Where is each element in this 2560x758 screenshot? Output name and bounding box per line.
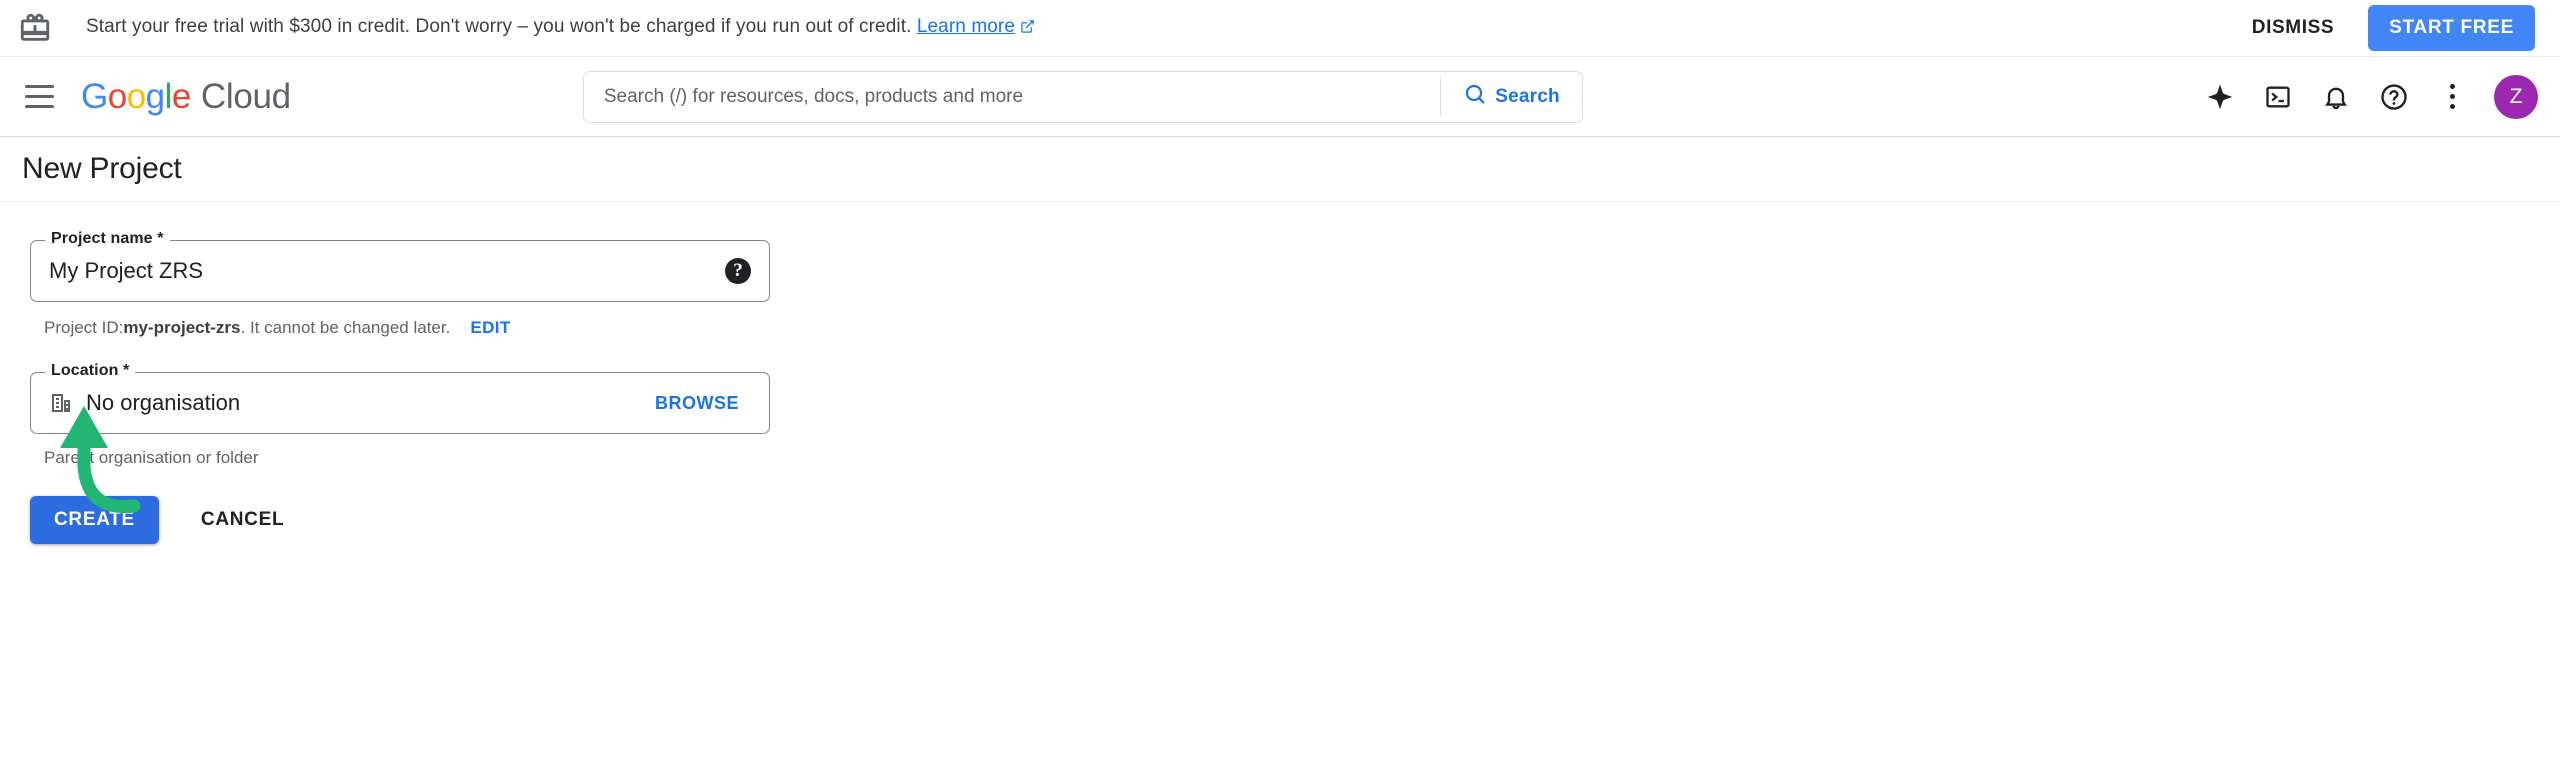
project-name-field[interactable]: Project name * ? [30,230,770,302]
location-value: No organisation [86,390,241,415]
avatar[interactable]: Z [2494,74,2538,119]
notifications-bell-icon[interactable] [2308,69,2364,125]
browse-button[interactable]: BROWSE [643,385,751,422]
create-button[interactable]: CREATE [30,496,159,544]
external-link-icon [1020,18,1035,40]
google-wordmark: Google [81,76,191,116]
global-search-bar: Search [582,70,1583,123]
help-question-icon[interactable] [2366,69,2422,125]
hamburger-menu-icon[interactable] [10,68,68,126]
edit-project-id-button[interactable]: EDIT [470,318,510,338]
project-id-suffix: . It cannot be changed later. [240,318,451,337]
learn-more-link[interactable]: Learn more [917,16,1015,37]
page-title: New Project [22,152,182,185]
nav-icon-group: Z [2192,69,2538,125]
location-helper-text: Parent organisation or folder [44,448,259,467]
location-field[interactable]: Location * No organisation BROWSE [30,362,770,434]
dismiss-button[interactable]: DISMISS [2234,7,2352,49]
location-label: Location * [45,362,136,380]
kebab-dot [2449,94,2455,99]
hamburger-bar [24,105,54,108]
search-button-label: Search [1495,85,1560,107]
project-name-input[interactable] [49,258,725,284]
search-submit-button[interactable]: Search [1441,72,1582,122]
hamburger-bar [24,85,54,88]
search-input[interactable] [583,71,1441,122]
project-id-helper: Project ID: my-project-zrs . It cannot b… [44,318,2560,338]
search-icon [1463,82,1487,112]
gift-icon [18,11,52,45]
kebab-dots [2449,84,2455,109]
project-name-label: Project name * [45,230,170,248]
gemini-sparkle-icon[interactable] [2192,69,2248,125]
organisation-building-icon [49,391,73,415]
start-free-button[interactable]: START FREE [2368,5,2535,51]
new-project-form: Project name * ? Project ID: my-project-… [0,202,2560,544]
kebab-dot [2449,104,2455,109]
project-id-prefix: Project ID: [44,318,124,337]
free-trial-banner: Start your free trial with $300 in credi… [0,0,2560,57]
help-filled-icon[interactable]: ? [725,258,751,284]
cloud-shell-icon[interactable] [2250,69,2306,125]
project-id-value: my-project-zrs [123,318,241,337]
google-cloud-logo[interactable]: Google Cloud [81,77,291,117]
page-title-bar: New Project [0,137,2560,202]
form-actions: CREATE CANCEL [30,496,2560,544]
trial-banner-message: Start your free trial with $300 in credi… [86,16,912,37]
cloud-wordmark: Cloud [200,76,291,116]
kebab-dot [2449,84,2455,89]
trial-banner-text: Start your free trial with $300 in credi… [86,16,1035,40]
hamburger-bar [24,95,54,98]
cancel-button[interactable]: CANCEL [183,496,302,544]
top-navigation-bar: Google Cloud Search (/) for resources, d… [0,57,2560,137]
more-options-kebab-icon[interactable] [2424,69,2480,125]
